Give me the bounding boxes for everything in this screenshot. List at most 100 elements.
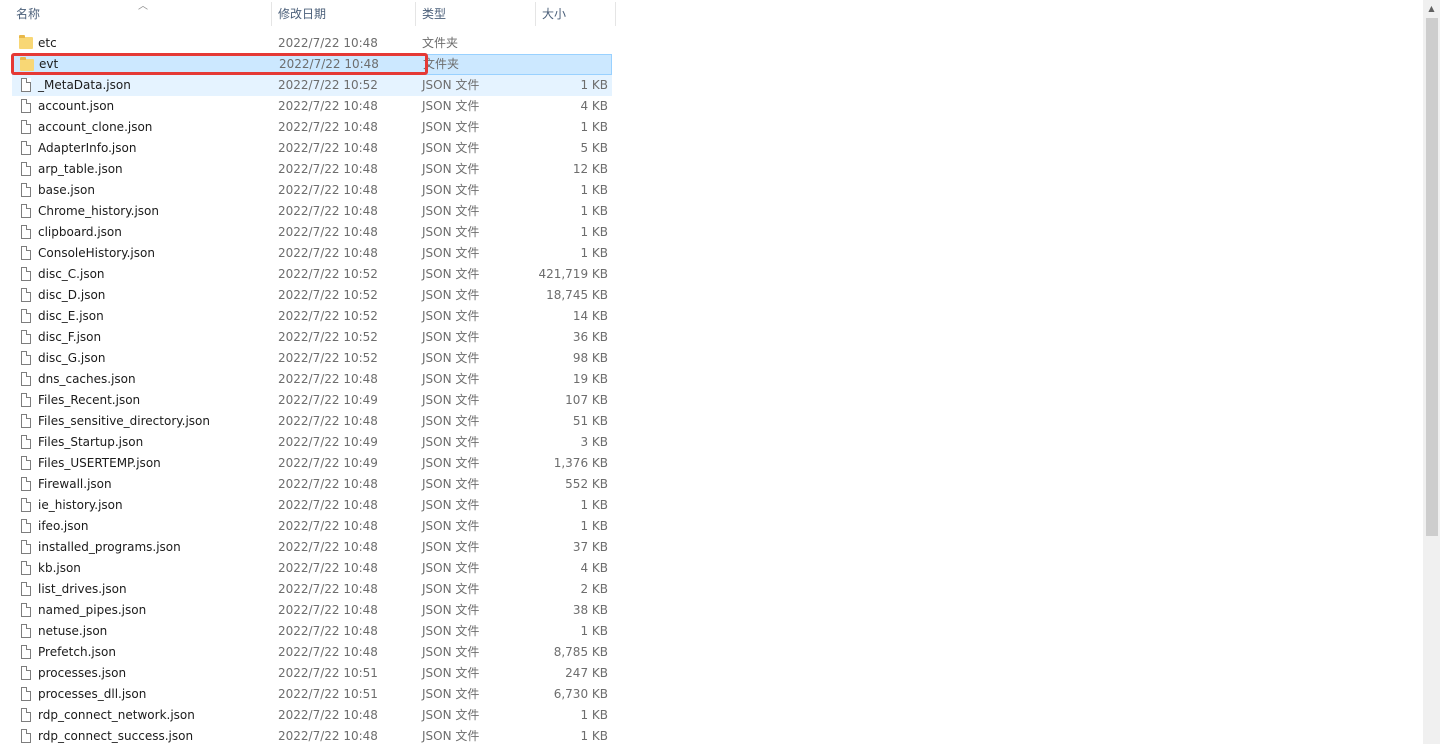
file-name: named_pipes.json [38, 603, 147, 617]
file-size: 12 KB [572, 162, 608, 176]
file-type: JSON 文件 [422, 561, 480, 575]
column-divider[interactable] [615, 2, 616, 26]
file-type: JSON 文件 [422, 141, 480, 155]
file-size: 3 KB [580, 435, 608, 449]
file-name: disc_C.json [38, 267, 105, 281]
column-header-name[interactable]: 名称 [10, 0, 271, 28]
file-type: JSON 文件 [422, 267, 480, 281]
file-row[interactable]: arp_table.json 2022/7/22 10:48 JSON 文件 12 K… [12, 159, 612, 180]
file-row[interactable]: disc_G.json 2022/7/22 10:52 JSON 文件 98 KB [12, 348, 612, 369]
file-row[interactable]: disc_C.json 2022/7/22 10:52 JSON 文件 421,719… [12, 264, 612, 285]
folder-row[interactable]: evt 2022/7/22 10:48 文件夹 [12, 54, 612, 75]
file-type: JSON 文件 [422, 435, 480, 449]
file-icon [18, 432, 32, 453]
file-row[interactable]: Files_Recent.json 2022/7/22 10:49 JSON 文件 1… [12, 390, 612, 411]
file-row[interactable]: processes.json 2022/7/22 10:51 JSON 文件 247 … [12, 663, 612, 684]
file-type: JSON 文件 [422, 393, 480, 407]
modified-date: 2022/7/22 10:48 [278, 729, 378, 743]
file-size: 36 KB [572, 330, 608, 344]
file-row[interactable]: kb.json 2022/7/22 10:48 JSON 文件 4 KB [12, 558, 612, 579]
column-header-size[interactable]: 大小 [536, 0, 616, 28]
file-name: base.json [38, 183, 95, 197]
folder-icon [18, 33, 33, 54]
file-row[interactable]: AdapterInfo.json 2022/7/22 10:48 JSON 文件 5 … [12, 138, 612, 159]
file-name: dns_caches.json [38, 372, 136, 386]
file-icon [18, 684, 32, 705]
modified-date: 2022/7/22 10:48 [279, 57, 379, 71]
column-header-bar: ︿ 名称 修改日期 类型 大小 [0, 0, 616, 28]
file-row[interactable]: list_drives.json 2022/7/22 10:48 JSON 文件 2 … [12, 579, 612, 600]
file-size: 51 KB [572, 414, 608, 428]
modified-date: 2022/7/22 10:48 [278, 246, 378, 260]
file-size: 5 KB [580, 141, 608, 155]
file-row[interactable]: rdp_connect_success.json 2022/7/22 10:48 J… [12, 726, 612, 744]
file-icon [18, 705, 32, 726]
file-row[interactable]: Files_sensitive_directory.json 2022/7/22 … [12, 411, 612, 432]
file-size: 1 KB [580, 498, 608, 512]
file-row[interactable]: _MetaData.json 2022/7/22 10:52 JSON 文件 1 KB [12, 75, 612, 96]
modified-date: 2022/7/22 10:52 [278, 330, 378, 344]
folder-row[interactable]: etc 2022/7/22 10:48 文件夹 [12, 33, 612, 54]
file-row[interactable]: base.json 2022/7/22 10:48 JSON 文件 1 KB [12, 180, 612, 201]
file-row[interactable]: account.json 2022/7/22 10:48 JSON 文件 4 KB [12, 96, 612, 117]
file-name: processes.json [38, 666, 127, 680]
file-name: installed_programs.json [38, 540, 181, 554]
file-name: etc [38, 36, 57, 50]
file-row[interactable]: Chrome_history.json 2022/7/22 10:48 JSON 文… [12, 201, 612, 222]
file-row[interactable]: processes_dll.json 2022/7/22 10:51 JSON 文件… [12, 684, 612, 705]
file-row[interactable]: account_clone.json 2022/7/22 10:48 JSON 文件… [12, 117, 612, 138]
file-row[interactable]: installed_programs.json 2022/7/22 10:48 JS… [12, 537, 612, 558]
file-type: JSON 文件 [422, 309, 480, 323]
modified-date: 2022/7/22 10:48 [278, 561, 378, 575]
file-icon [18, 264, 32, 285]
modified-date: 2022/7/22 10:48 [278, 645, 378, 659]
file-row[interactable]: Prefetch.json 2022/7/22 10:48 JSON 文件 8,785… [12, 642, 612, 663]
file-icon [18, 159, 32, 180]
file-row[interactable]: disc_E.json 2022/7/22 10:52 JSON 文件 14 KB [12, 306, 612, 327]
file-row[interactable]: named_pipes.json 2022/7/22 10:48 JSON 文件 38… [12, 600, 612, 621]
vertical-scrollbar[interactable]: ▲ [1423, 0, 1440, 744]
file-icon [18, 579, 32, 600]
column-header-date[interactable]: 修改日期 [272, 0, 415, 28]
scrollbar-thumb[interactable] [1426, 18, 1438, 536]
file-row[interactable]: dns_caches.json 2022/7/22 10:48 JSON 文件 19 … [12, 369, 612, 390]
file-icon [18, 726, 32, 744]
file-name: Firewall.json [38, 477, 112, 491]
file-name: _MetaData.json [38, 78, 131, 92]
file-size: 1 KB [580, 204, 608, 218]
file-size: 18,745 KB [546, 288, 608, 302]
file-icon [18, 75, 32, 96]
file-icon [18, 621, 32, 642]
file-size: 98 KB [572, 351, 608, 365]
file-icon [18, 453, 32, 474]
file-type: JSON 文件 [422, 99, 480, 113]
file-row[interactable]: ConsoleHistory.json 2022/7/22 10:48 JSON 文… [12, 243, 612, 264]
file-icon [18, 222, 32, 243]
file-type: JSON 文件 [422, 288, 480, 302]
file-row[interactable]: ie_history.json 2022/7/22 10:48 JSON 文件 1 K… [12, 495, 612, 516]
scroll-up-arrow-icon[interactable]: ▲ [1423, 0, 1440, 17]
file-row[interactable]: disc_F.json 2022/7/22 10:52 JSON 文件 36 KB [12, 327, 612, 348]
column-header-type[interactable]: 类型 [416, 0, 535, 28]
file-type: JSON 文件 [422, 729, 480, 743]
file-row[interactable]: rdp_connect_network.json 2022/7/22 10:48 J… [12, 705, 612, 726]
file-name: disc_E.json [38, 309, 104, 323]
modified-date: 2022/7/22 10:51 [278, 687, 378, 701]
file-type: JSON 文件 [422, 330, 480, 344]
file-type: JSON 文件 [422, 372, 480, 386]
file-name: ConsoleHistory.json [38, 246, 155, 260]
file-type: JSON 文件 [422, 351, 480, 365]
file-type: JSON 文件 [422, 183, 480, 197]
file-type: 文件夹 [423, 57, 460, 71]
modified-date: 2022/7/22 10:48 [278, 519, 378, 533]
modified-date: 2022/7/22 10:48 [278, 372, 378, 386]
file-row[interactable]: Files_Startup.json 2022/7/22 10:49 JSON 文件… [12, 432, 612, 453]
file-name: account_clone.json [38, 120, 153, 134]
file-row[interactable]: clipboard.json 2022/7/22 10:48 JSON 文件 1 KB [12, 222, 612, 243]
file-row[interactable]: ifeo.json 2022/7/22 10:48 JSON 文件 1 KB [12, 516, 612, 537]
file-row[interactable]: Firewall.json 2022/7/22 10:48 JSON 文件 552 K… [12, 474, 612, 495]
folder-icon [19, 55, 34, 76]
file-row[interactable]: Files_USERTEMP.json 2022/7/22 10:49 JSON 文… [12, 453, 612, 474]
file-row[interactable]: netuse.json 2022/7/22 10:48 JSON 文件 1 KB [12, 621, 612, 642]
file-row[interactable]: disc_D.json 2022/7/22 10:52 JSON 文件 18,745 … [12, 285, 612, 306]
